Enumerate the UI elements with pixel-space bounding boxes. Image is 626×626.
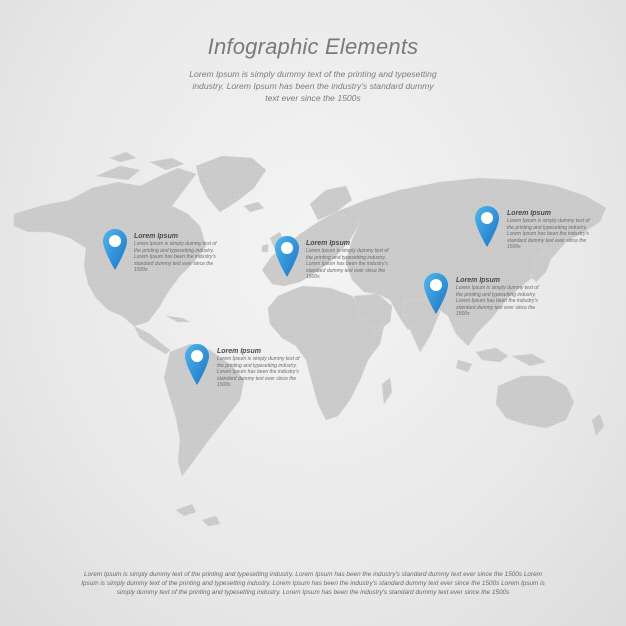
continent-central-america — [133, 325, 171, 355]
callout-title: Lorem Ipsum — [456, 277, 500, 284]
callout-north-america: Lorem Ipsum Lorem Ipsum is simply dummy … — [134, 232, 220, 274]
footer-text: Lorem Ipsum is simply dummy text of the … — [81, 571, 545, 596]
callout-title: Lorem Ipsum — [217, 348, 261, 355]
continent-australia — [495, 375, 575, 429]
location-marker-north-america[interactable] — [102, 228, 128, 272]
location-marker-north-asia[interactable] — [474, 205, 500, 249]
map-pin-icon — [185, 344, 209, 385]
page-title: Infographic Elements — [207, 34, 419, 59]
map-pin-icon — [103, 229, 127, 270]
callout-south-america: Lorem Ipsum Lorem Ipsum is simply dummy … — [217, 347, 303, 389]
callout-text: Lorem Ipsum is simply dummy text of the … — [217, 356, 300, 388]
callout-title: Lorem Ipsum — [507, 210, 551, 217]
map-pin-icon — [424, 273, 448, 314]
location-marker-europe[interactable] — [274, 235, 300, 279]
callout-text: Lorem Ipsum is simply dummy text of the … — [507, 218, 590, 250]
map-pin-icon — [475, 206, 499, 247]
map-pin-icon — [275, 236, 299, 277]
callout-text: Lorem Ipsum is simply dummy text of the … — [306, 248, 389, 280]
callout-text: Lorem Ipsum is simply dummy text of the … — [456, 285, 539, 317]
callout-title: Lorem Ipsum — [134, 233, 178, 240]
callout-text: Lorem Ipsum is simply dummy text of the … — [134, 241, 217, 273]
location-marker-south-asia[interactable] — [423, 272, 449, 316]
callout-north-asia: Lorem Ipsum Lorem Ipsum is simply dummy … — [507, 209, 593, 251]
callout-south-asia: Lorem Ipsum Lorem Ipsum is simply dummy … — [456, 276, 542, 318]
callout-title: Lorem Ipsum — [306, 240, 350, 247]
callout-europe: Lorem Ipsum Lorem Ipsum is simply dummy … — [306, 239, 392, 281]
location-marker-south-america[interactable] — [184, 343, 210, 387]
page-subtitle: Lorem Ipsum is simply dummy text of the … — [189, 69, 437, 103]
